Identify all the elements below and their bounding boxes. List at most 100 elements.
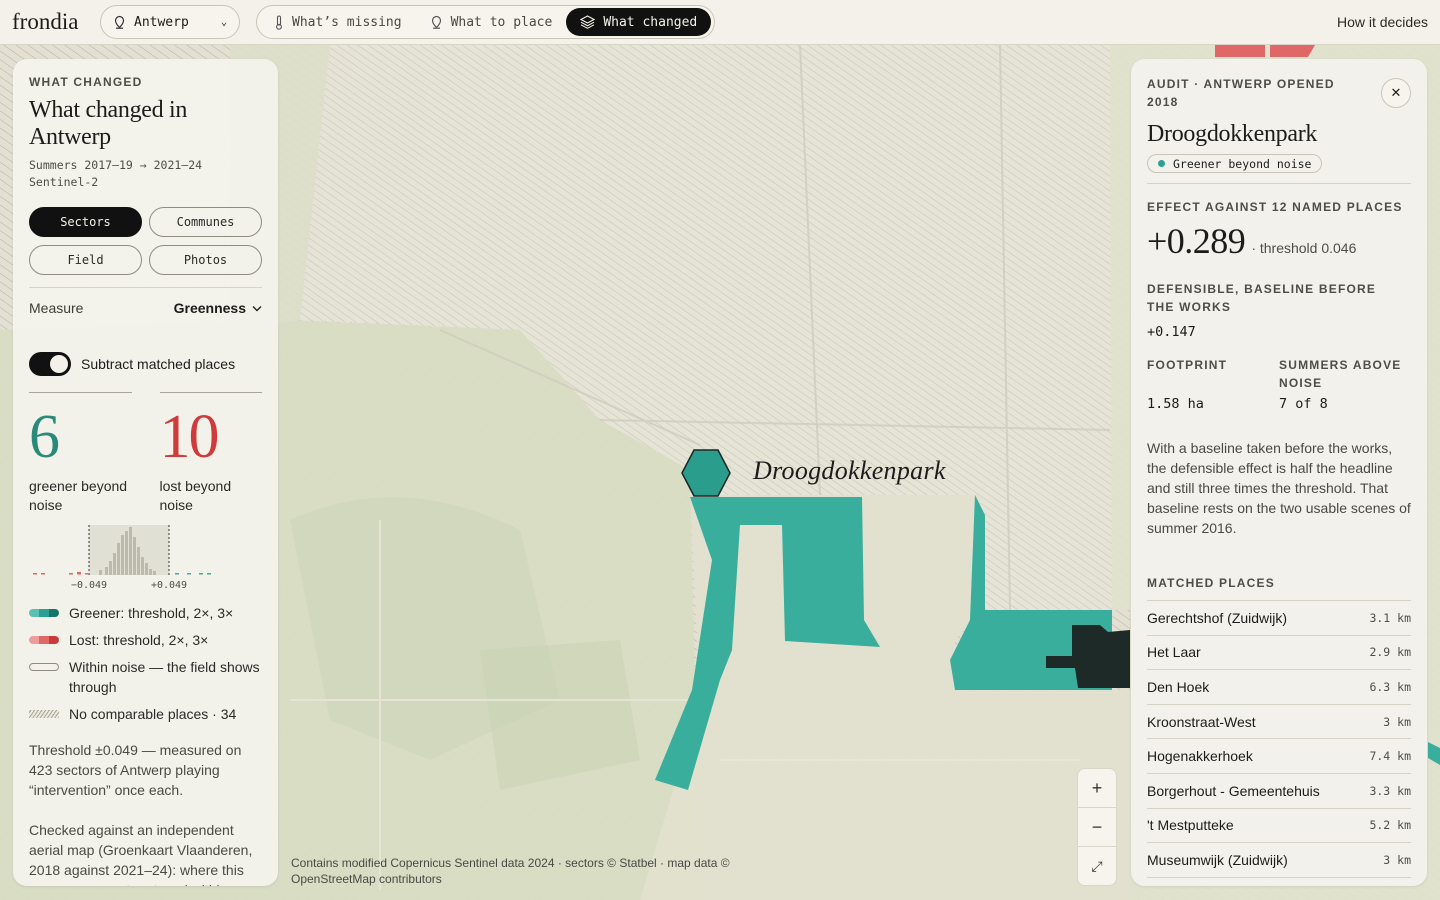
- pill-sectors[interactable]: Sectors: [29, 207, 142, 237]
- defensible-section: DEFENSIBLE, BASELINE BEFORE THE WORKS +0…: [1147, 280, 1411, 340]
- greener-desc: greener beyond noise: [29, 478, 128, 513]
- legend: Greener: threshold, 2×, 3× Lost: thresho…: [29, 603, 262, 724]
- mode-switcher: What’s missing What to place What change…: [256, 5, 716, 39]
- matched-dist: 2.9 km: [1369, 645, 1411, 660]
- legend-none: No comparable places · 34: [29, 704, 262, 724]
- legend-label: Lost: threshold, 2×, 3×: [69, 632, 209, 648]
- matched-dist: 3 km: [1383, 852, 1411, 867]
- legend-swatch-none: [29, 710, 59, 718]
- lost-sector[interactable]: [1270, 45, 1315, 57]
- list-item[interactable]: Borgerhout - Gemeentehuis 3.3 km: [1147, 774, 1411, 809]
- period-text: Summers 2017–19 → 2021–24: [29, 158, 203, 172]
- period-subtitle: Summers 2017–19 → 2021–24 Sentinel-2: [29, 157, 262, 191]
- mode-label: What changed: [603, 14, 698, 30]
- list-item[interactable]: Het Laar 2.9 km: [1147, 636, 1411, 671]
- source-text: Sentinel-2: [29, 175, 99, 189]
- legend-swatch-noise: [29, 663, 59, 671]
- close-icon: ✕: [1390, 85, 1402, 100]
- change-stats: 6 greener beyond noise 10 lost beyond no…: [29, 392, 262, 515]
- footprint-block: FOOTPRINT 1.58 ha: [1147, 356, 1279, 412]
- zoom-in-button[interactable]: +: [1078, 769, 1116, 808]
- measure-select[interactable]: Greenness: [174, 300, 262, 316]
- lost-sector[interactable]: [1215, 45, 1265, 57]
- histogram-svg: −0.049 +0.049: [33, 525, 211, 591]
- mode-what-changed[interactable]: What changed: [566, 8, 712, 36]
- mode-label: What to place: [450, 14, 553, 30]
- matched-name: 't Mestputteke: [1147, 817, 1234, 834]
- chevron-down-icon: ⌄: [220, 16, 227, 28]
- matched-dist: 6.3 km: [1369, 679, 1411, 694]
- matched-name: Hogenakkerhoek: [1147, 748, 1253, 765]
- pin-icon: [114, 15, 125, 29]
- matched-dist: 5.2 km: [1369, 818, 1411, 833]
- histogram-lost-ticks: [33, 572, 88, 575]
- pin-icon: [431, 15, 441, 29]
- pill-field[interactable]: Field: [29, 245, 142, 275]
- pill-communes[interactable]: Communes: [149, 207, 262, 237]
- footprint-value: 1.58 ha: [1147, 396, 1204, 412]
- layers-icon: [580, 15, 596, 29]
- effect-section: EFFECT AGAINST 12 NAMED PLACES +0.289 · …: [1147, 183, 1411, 262]
- footprint-label: FOOTPRINT: [1147, 358, 1228, 372]
- effect-histogram: −0.049 +0.049: [29, 523, 229, 593]
- matched-dist: 7.4 km: [1369, 749, 1411, 764]
- status-badge: Greener beyond noise: [1147, 154, 1323, 173]
- mode-what-to-place[interactable]: What to place: [416, 8, 567, 36]
- subtract-toggle[interactable]: [29, 352, 71, 376]
- matched-label: MATCHED PLACES: [1147, 576, 1275, 590]
- matched-name: Borgerhout - Gemeentehuis: [1147, 782, 1320, 799]
- audit-eyebrow: AUDIT · ANTWERP OPENED 2018: [1147, 77, 1335, 109]
- panel-title: What changed in Antwerp: [29, 97, 188, 150]
- list-item[interactable]: 't Mestputteke 5.2 km: [1147, 809, 1411, 844]
- audit-panel: AUDIT · ANTWERP OPENED 2018 ✕ Droogdokke…: [1131, 59, 1427, 886]
- matched-name: Het Laar: [1147, 644, 1201, 661]
- pill-photos[interactable]: Photos: [149, 245, 262, 275]
- list-item[interactable]: Den Hoek 6.3 km: [1147, 670, 1411, 705]
- fullscreen-button[interactable]: ⤢: [1078, 847, 1116, 885]
- legend-noise: Within noise — the field shows through: [29, 657, 262, 697]
- legend-lost: Lost: threshold, 2×, 3×: [29, 630, 262, 650]
- effect-row: +0.289 · threshold 0.046: [1147, 220, 1411, 262]
- mode-whats-missing[interactable]: What’s missing: [260, 8, 416, 36]
- city-select[interactable]: Antwerp ⌄: [100, 5, 240, 39]
- matched-name: Den Hoek: [1147, 678, 1210, 695]
- unit-pills: Sectors Communes Field Photos: [29, 207, 262, 275]
- matched-list: Gerechtshof (Zuidwijk) 3.1 km Het Laar 2.9…: [1147, 600, 1411, 878]
- hist-low-label: −0.049: [71, 580, 107, 591]
- subtract-toggle-row: Subtract matched places: [29, 352, 262, 376]
- status-badge-label: Greener beyond noise: [1173, 156, 1312, 171]
- greener-count: 6: [29, 403, 60, 471]
- summers-label: SUMMERS ABOVE NOISE: [1279, 358, 1402, 390]
- list-item[interactable]: Gerechtshof (Zuidwijk) 3.1 km: [1147, 601, 1411, 636]
- legend-label: Greener: threshold, 2×, 3×: [69, 605, 234, 621]
- measure-label: Measure: [29, 300, 84, 316]
- matched-dist: 3 km: [1383, 714, 1411, 729]
- matched-name: Kroonstraat-West: [1147, 713, 1256, 730]
- list-item[interactable]: Museumwijk (Zuidwijk) 3 km: [1147, 843, 1411, 878]
- chevron-down-icon: [252, 305, 262, 311]
- footprint-summers: FOOTPRINT 1.58 ha SUMMERS ABOVE NOISE 7 …: [1147, 356, 1411, 412]
- audit-title: Droogdokkenpark: [1147, 121, 1318, 147]
- check-note: Checked against an independent aerial ma…: [29, 822, 253, 886]
- defensible-value: +0.147: [1147, 324, 1196, 340]
- summers-value: 7 of 8: [1279, 396, 1328, 412]
- panel-eyebrow: WHAT CHANGED: [29, 75, 143, 89]
- close-button[interactable]: ✕: [1381, 78, 1411, 108]
- list-item[interactable]: Hogenakkerhoek 7.4 km: [1147, 739, 1411, 774]
- stat-lost: 10 lost beyond noise: [159, 392, 262, 515]
- list-item[interactable]: Kroonstraat-West 3 km: [1147, 705, 1411, 740]
- map-place-label[interactable]: Droogdokkenpark: [753, 456, 946, 486]
- histogram-greener-ticks: [175, 573, 211, 575]
- city-select-value: Antwerp: [134, 14, 189, 30]
- zoom-out-button[interactable]: −: [1078, 808, 1116, 847]
- thermometer-icon: [276, 14, 282, 30]
- legend-label: Within noise — the field shows through: [69, 659, 260, 695]
- effect-label: EFFECT AGAINST 12 NAMED PLACES: [1147, 200, 1403, 214]
- how-it-decides-link[interactable]: How it decides: [1337, 14, 1428, 30]
- matched-dist: 3.1 km: [1369, 610, 1411, 625]
- app-logo[interactable]: frondia: [12, 9, 100, 35]
- lost-desc: lost beyond noise: [159, 478, 232, 513]
- stat-greener: 6 greener beyond noise: [29, 392, 132, 515]
- status-dot-icon: [1158, 160, 1165, 167]
- matched-name: Gerechtshof (Zuidwijk): [1147, 609, 1288, 626]
